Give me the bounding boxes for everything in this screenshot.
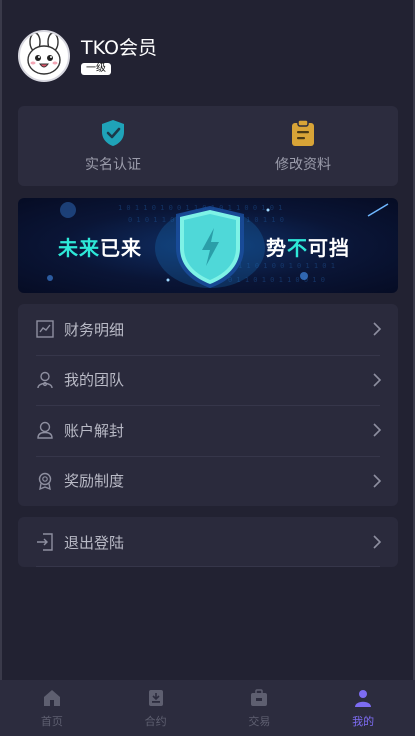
quick-action-label: 修改资料: [275, 157, 331, 173]
menu-item-rewards[interactable]: 奖励制度: [18, 455, 398, 507]
clipboard-icon: [288, 118, 318, 148]
tab-label: 合约: [144, 715, 167, 728]
banner-slogan-left: 未来已来: [58, 232, 142, 261]
chevron-right-icon: [373, 423, 382, 437]
left-edge: [0, 0, 2, 736]
menu-item-label: 财务明细: [64, 320, 125, 339]
tab-trade[interactable]: 交易: [208, 680, 312, 736]
settings-menu: 财务明细 我的团队 账户解封 奖励制度: [18, 304, 398, 506]
tab-label: 我的: [352, 715, 375, 728]
menu-item-finance[interactable]: 财务明细: [18, 304, 398, 355]
banner-text-highlight: 未来: [58, 236, 100, 260]
chevron-right-icon: [373, 322, 382, 336]
bottom-tab-bar: 首页 合约 交易 我的: [0, 680, 415, 736]
banner-slogan-right: 势不可挡: [266, 232, 350, 261]
quick-action-label: 实名认证: [85, 157, 141, 173]
menu-item-unlock-account[interactable]: 账户解封: [18, 405, 398, 456]
level-badge: 一级: [81, 63, 111, 75]
chevron-right-icon: [373, 535, 382, 549]
finance-chart-icon: [36, 320, 54, 338]
logout-icon: [36, 533, 54, 551]
banner-text: 可挡: [308, 236, 350, 260]
real-name-auth-button[interactable]: 实名认证: [18, 106, 208, 186]
profile-header: TKO会员 一级: [18, 30, 157, 82]
chevron-right-icon: [373, 373, 382, 387]
tab-contract[interactable]: 合约: [104, 680, 208, 736]
trade-icon: [249, 688, 269, 708]
tab-profile[interactable]: 我的: [311, 680, 415, 736]
home-icon: [42, 688, 62, 708]
tab-label: 交易: [248, 715, 271, 728]
avatar[interactable]: [18, 30, 70, 82]
tab-label: 首页: [40, 715, 63, 728]
contract-icon: [146, 688, 166, 708]
username: TKO会员: [81, 37, 157, 59]
bunny-avatar-icon: [27, 32, 61, 75]
menu-item-label: 我的团队: [64, 371, 125, 390]
user-unlock-icon: [36, 421, 54, 439]
award-icon: [36, 472, 54, 490]
menu-item-team[interactable]: 我的团队: [18, 354, 398, 406]
team-icon: [36, 371, 54, 389]
menu-item-label: 奖励制度: [64, 472, 125, 491]
logout-button[interactable]: 退出登陆: [18, 517, 398, 567]
banner-text: 已来: [100, 236, 142, 260]
promo-banner[interactable]: 1 0 1 1 0 1 0 0 1 1 0 1 0 1 1 0 0 1 0 1 …: [18, 198, 398, 293]
logout-card: 退出登陆: [18, 517, 398, 567]
banner-text: 势: [266, 236, 287, 260]
quick-actions-card: 实名认证 修改资料: [18, 106, 398, 186]
chevron-right-icon: [373, 474, 382, 488]
logout-label: 退出登陆: [64, 533, 125, 552]
profile-icon: [353, 688, 373, 708]
menu-item-label: 账户解封: [64, 421, 125, 440]
banner-text-highlight: 不: [287, 236, 308, 260]
tab-home[interactable]: 首页: [0, 680, 104, 736]
shield-check-icon: [98, 118, 128, 148]
edit-profile-button[interactable]: 修改资料: [208, 106, 398, 186]
